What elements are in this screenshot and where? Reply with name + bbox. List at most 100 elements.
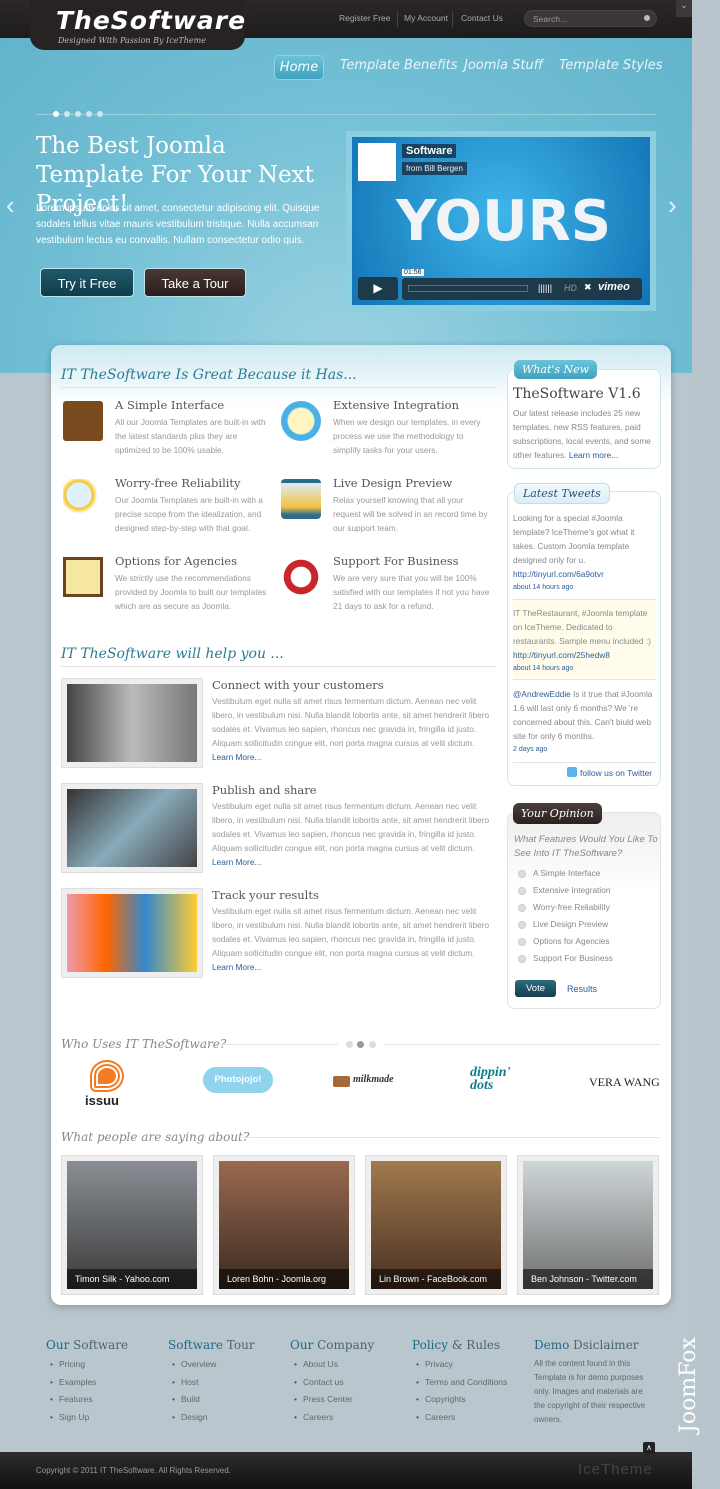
testimonial-card[interactable]: Lin Brown - FaceBook.com: [365, 1155, 507, 1295]
scroll-top-icon[interactable]: ∧: [643, 1442, 655, 1454]
try-free-button[interactable]: Try it Free: [40, 268, 134, 297]
help-title: Connect with your customers: [212, 678, 384, 692]
footer-link[interactable]: About Us: [294, 1359, 353, 1377]
poll-option[interactable]: Support For Business: [518, 953, 613, 970]
learn-more-link[interactable]: Learn more...: [569, 450, 618, 460]
nav-template-benefits[interactable]: Template Benefits: [340, 58, 457, 73]
footer-link[interactable]: Host: [172, 1377, 216, 1395]
help-text: Vestibulum eget nulla sit amet risus fer…: [212, 801, 490, 853]
video-time: 01:56: [402, 269, 424, 276]
fullscreen-icon[interactable]: ✖: [584, 282, 592, 293]
footer-link[interactable]: Examples: [50, 1377, 96, 1395]
my-account-link[interactable]: My Account: [404, 13, 448, 23]
poll-option[interactable]: Live Design Preview: [518, 919, 613, 936]
prev-arrow-icon[interactable]: ‹: [6, 190, 15, 221]
learn-more-link[interactable]: Learn More...: [212, 857, 261, 867]
tweet: @AndrewEddie Is it true that #Joomla 1.6…: [513, 687, 656, 757]
hd-button[interactable]: HD: [564, 283, 577, 293]
footer-link[interactable]: Careers: [416, 1412, 507, 1430]
poll-option[interactable]: A Simple Interface: [518, 868, 613, 885]
footer-link[interactable]: Sign Up: [50, 1412, 96, 1430]
video-byline[interactable]: from Bill Bergen: [402, 162, 467, 175]
footer-link[interactable]: Features: [50, 1394, 96, 1412]
twitter-icon[interactable]: [567, 767, 577, 777]
client-logo-vera-wang[interactable]: VERA WANG: [589, 1075, 660, 1090]
contact-link[interactable]: Contact Us: [461, 13, 503, 23]
register-link[interactable]: Register Free: [339, 13, 391, 23]
nav-joomla-stuff[interactable]: Joomla Stuff: [464, 58, 543, 73]
footer-link[interactable]: Overview: [172, 1359, 216, 1377]
radio-button[interactable]: [518, 937, 526, 946]
footer-heading: Software Tour: [168, 1338, 255, 1352]
learn-more-link[interactable]: Learn More...: [212, 962, 261, 972]
vimeo-logo[interactable]: vimeo: [598, 281, 630, 293]
radio-button[interactable]: [518, 869, 526, 878]
icetheme-logo[interactable]: IceTheme: [578, 1461, 653, 1478]
radio-button[interactable]: [518, 886, 526, 895]
mention-link[interactable]: @AndrewEddie: [513, 689, 571, 699]
footer-link[interactable]: Careers: [294, 1412, 353, 1430]
vote-button[interactable]: Vote: [515, 980, 556, 997]
search-icon[interactable]: [644, 15, 650, 21]
nav-home[interactable]: Home: [274, 55, 324, 80]
next-arrow-icon[interactable]: ›: [668, 190, 677, 221]
tweet-time[interactable]: 2 days ago: [513, 743, 656, 757]
poll-option-label: Extensive Integration: [533, 885, 611, 895]
learn-more-link[interactable]: Learn More...: [212, 752, 261, 762]
divider: [61, 666, 496, 667]
footer-link[interactable]: Contact us: [294, 1377, 353, 1395]
follow-twitter-link[interactable]: follow us on Twitter: [580, 768, 652, 778]
footer-link[interactable]: Press Center: [294, 1394, 353, 1412]
poll-option[interactable]: Worry-free Reliability: [518, 902, 613, 919]
tweet-link[interactable]: http://tinyurl.com/25hedw8: [513, 650, 610, 660]
footer-link[interactable]: Privacy: [416, 1359, 507, 1377]
tweet-time[interactable]: about 14 hours ago: [513, 662, 656, 676]
client-logo-dippin-dots[interactable]: dippin' dots: [470, 1066, 525, 1093]
footer-link[interactable]: Design: [172, 1412, 216, 1430]
footer-link[interactable]: Pricing: [50, 1359, 96, 1377]
search-input[interactable]: Search...: [524, 10, 657, 27]
client-logo-milkmade[interactable]: milkmade: [353, 1074, 394, 1085]
poll-option[interactable]: Options for Agencies: [518, 936, 613, 953]
slide-dot[interactable]: [64, 111, 70, 117]
client-logo-photojojo[interactable]: Photojojo!: [203, 1067, 273, 1093]
footer-links: PrivacyTerms and ConditionsCopyrightsCar…: [416, 1359, 507, 1429]
collapse-toggle-icon[interactable]: ⌄: [676, 0, 692, 17]
footer-link[interactable]: Copyrights: [416, 1394, 507, 1412]
carousel-dot[interactable]: [346, 1041, 353, 1048]
logo[interactable]: TheSoftware Designed With Passion By Ice…: [30, 0, 245, 50]
client-logo-issuu[interactable]: issuu: [85, 1093, 119, 1108]
video-player[interactable]: Software from Bill Bergen YOURS ▶ ||||||…: [346, 131, 656, 311]
volume-icon[interactable]: ||||||: [538, 283, 552, 293]
issuu-logo-icon[interactable]: [92, 1062, 122, 1090]
take-tour-button[interactable]: Take a Tour: [144, 268, 246, 297]
testimonial-caption: Loren Bohn - Joomla.org: [219, 1269, 349, 1289]
milkmade-icon: [333, 1076, 350, 1087]
footer-link[interactable]: Terms and Conditions: [416, 1377, 507, 1395]
carousel-dot-active[interactable]: [357, 1041, 364, 1048]
results-link[interactable]: Results: [567, 984, 597, 994]
tweet-link[interactable]: http://tinyurl.com/6a9otvr: [513, 569, 604, 579]
tweet-time[interactable]: about 14 hours ago: [513, 581, 656, 595]
slide-dot[interactable]: [75, 111, 81, 117]
divider: [513, 679, 656, 680]
testimonial-card[interactable]: Ben Johnson - Twitter.com: [517, 1155, 659, 1295]
radio-button[interactable]: [518, 903, 526, 912]
alarm-clock-icon: [281, 401, 321, 441]
testimonial-card[interactable]: Timon Silk - Yahoo.com: [61, 1155, 203, 1295]
address-book-icon: [63, 401, 103, 441]
nav-template-styles[interactable]: Template Styles: [559, 58, 662, 73]
testimonial-card[interactable]: Loren Bohn - Joomla.org: [213, 1155, 355, 1295]
slide-dot-active[interactable]: [53, 111, 59, 117]
radio-button[interactable]: [518, 920, 526, 929]
progress-bar[interactable]: [408, 285, 528, 292]
copyright: Copyright © 2011 IT TheSoftware. All Rig…: [36, 1466, 231, 1475]
footer-link[interactable]: Build: [172, 1394, 216, 1412]
slide-dot[interactable]: [97, 111, 103, 117]
video-title[interactable]: Software: [402, 144, 457, 158]
carousel-dot[interactable]: [369, 1041, 376, 1048]
play-icon[interactable]: ▶: [358, 277, 398, 300]
radio-button[interactable]: [518, 954, 526, 963]
slide-dot[interactable]: [86, 111, 92, 117]
poll-option[interactable]: Extensive Integration: [518, 885, 613, 902]
